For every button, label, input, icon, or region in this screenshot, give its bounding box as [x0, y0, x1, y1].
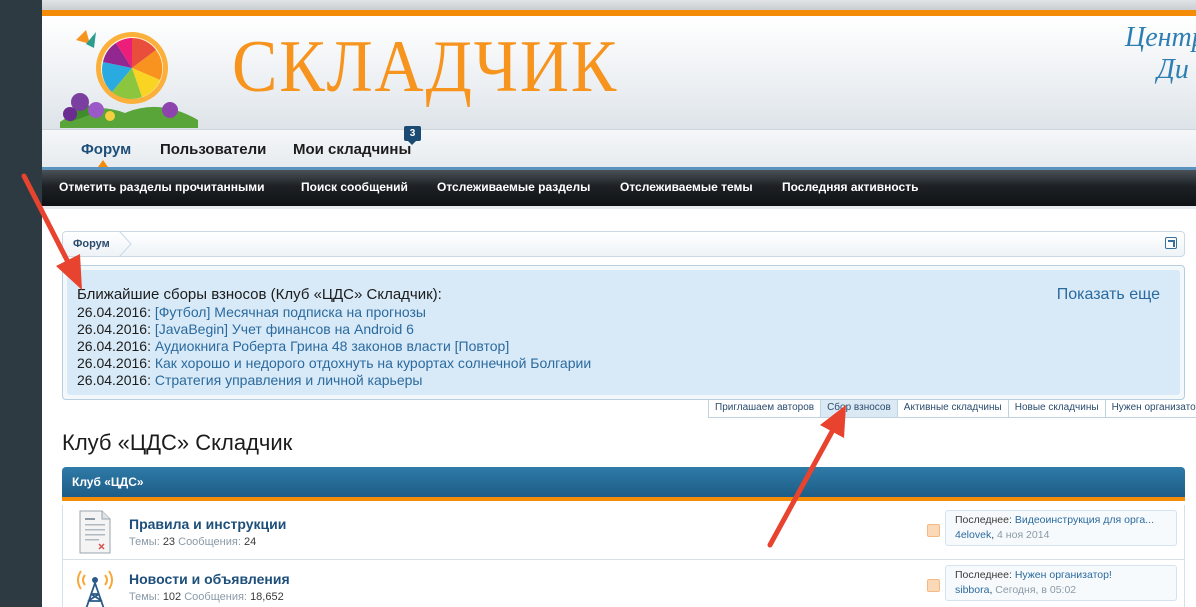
active-tab-marker — [98, 160, 108, 167]
sub-navigation: Отметить разделы прочитанными Поиск сооб… — [42, 167, 1196, 206]
notice-link[interactable]: [Футбол] Месячная подписка на прогнозы — [155, 304, 426, 320]
last-post-meta: 4elovek, 4 ноя 2014 — [955, 529, 1050, 541]
notice-item: 26.04.2016: Стратегия управления и лично… — [77, 372, 1170, 389]
threads-count: 102 — [162, 591, 182, 603]
mark-forums-read-link[interactable]: Отметить разделы прочитанными — [59, 180, 265, 194]
header-slogan: Центр Ди — [1125, 22, 1196, 86]
page: СКЛАДЧИК Центр Ди Форум Пользователи Мои… — [42, 0, 1196, 607]
recent-activity-link[interactable]: Последняя активность — [782, 180, 918, 194]
last-post-user-link[interactable]: 4elovek — [955, 529, 991, 541]
notice-date: 26.04.2016: — [77, 338, 151, 354]
last-post-user-link[interactable]: sibbora — [955, 584, 989, 596]
club-title: Клуб «ЦДС» Складчик — [62, 430, 293, 455]
threads-label: Темы: — [129, 536, 160, 548]
sub-navigation-wrap: Отметить разделы прочитанными Поиск сооб… — [42, 167, 1196, 209]
tab-active-skladchiny[interactable]: Активные складчины — [897, 400, 1009, 418]
notification-badge: 3 — [404, 126, 421, 145]
last-post-date: 4 ноя 2014 — [997, 529, 1050, 541]
threads-count: 23 — [162, 536, 176, 548]
notice-item: 26.04.2016: [Футбол] Месячная подписка н… — [77, 304, 1170, 321]
main-navigation: Форум Пользователи Мои складчины 3 — [42, 126, 1196, 167]
last-post-box: Последнее: Нужен организатор! sibbora, С… — [945, 565, 1177, 601]
slogan-line-2: Ди — [1157, 54, 1189, 85]
upcoming-collections-notice: Ближайшие сборы взносов (Клуб «ЦДС» Скла… — [62, 265, 1185, 400]
tab-users[interactable]: Пользователи — [160, 141, 266, 158]
tab-my-skladchiny[interactable]: Мои складчины — [293, 141, 411, 158]
slogan-line-1: Центр — [1125, 22, 1196, 53]
notice-title: Ближайшие сборы взносов (Клуб «ЦДС» Скла… — [77, 286, 442, 303]
notice-link[interactable]: Аудиокнига Роберта Грина 48 законов влас… — [155, 338, 509, 354]
rss-icon[interactable] — [927, 579, 940, 592]
notice-item: 26.04.2016: [JavaBegin] Учет финансов на… — [77, 321, 1170, 338]
posts-count: 18,652 — [250, 591, 284, 603]
forum-stats: Темы: 23 Сообщения: 24 — [129, 536, 256, 548]
jump-to-icon[interactable] — [1165, 237, 1177, 249]
watched-threads-link[interactable]: Отслеживаемые темы — [620, 180, 753, 194]
breadcrumb-forum[interactable]: Форум — [73, 238, 110, 250]
notice-link[interactable]: Стратегия управления и личной карьеры — [155, 372, 423, 388]
tab-invite-authors[interactable]: Приглашаем авторов — [708, 400, 822, 418]
notice-link[interactable]: Как хорошо и недорого отдохнуть на курор… — [155, 355, 591, 371]
last-post-title-link[interactable]: Нужен организатор! — [1015, 569, 1112, 581]
radio-tower-icon — [77, 570, 113, 607]
posts-label: Сообщения: — [178, 536, 241, 548]
notice-item: 26.04.2016: Как хорошо и недорого отдохн… — [77, 355, 1170, 372]
notice-body: Ближайшие сборы взносов (Клуб «ЦДС» Скла… — [67, 270, 1180, 395]
notice-date: 26.04.2016: — [77, 304, 151, 320]
forum-row: Новости и объявления Темы: 102 Сообщения… — [62, 560, 1185, 607]
notice-item: 26.04.2016: Аудиокнига Роберта Грина 48 … — [77, 338, 1170, 355]
last-post-date: Сегодня, в 05:02 — [995, 584, 1077, 596]
rss-icon[interactable] — [927, 524, 940, 537]
tab-forum[interactable]: Форум — [81, 141, 131, 158]
tab-organizer-needed[interactable]: Нужен организатор — [1105, 400, 1196, 418]
forum-row: Правила и инструкции Темы: 23 Сообщения:… — [62, 505, 1185, 560]
tab-new-skladchiny[interactable]: Новые складчины — [1008, 400, 1106, 418]
watched-forums-link[interactable]: Отслеживаемые разделы — [437, 180, 590, 194]
last-post-meta: sibbora, Сегодня, в 05:02 — [955, 584, 1077, 596]
tab-fee-collection[interactable]: Сбор взносов — [821, 400, 898, 418]
site-logo-text[interactable]: СКЛАДЧИК — [232, 30, 618, 104]
forum-name-link[interactable]: Правила и инструкции — [129, 516, 286, 532]
forum-stats: Темы: 102 Сообщения: 18,652 — [129, 591, 284, 603]
posts-count: 24 — [243, 536, 257, 548]
search-posts-link[interactable]: Поиск сообщений — [301, 180, 408, 194]
top-strip — [42, 0, 1196, 10]
last-post-label: Последнее: — [955, 514, 1012, 526]
last-post-line: Последнее: Нужен организатор! — [955, 568, 1167, 583]
logo-flower-icon[interactable] — [50, 18, 200, 128]
notice-tabs: Приглашаем авторов Сбор взносов Активные… — [708, 400, 1196, 418]
posts-label: Сообщения: — [184, 591, 247, 603]
site-header: СКЛАДЧИК Центр Ди — [42, 16, 1196, 129]
document-icon — [79, 510, 111, 554]
notice-date: 26.04.2016: — [77, 372, 151, 388]
last-post-box: Последнее: Видеоинструкция для орга... 4… — [945, 510, 1177, 546]
breadcrumb: Форум — [62, 231, 1185, 257]
notice-link[interactable]: [JavaBegin] Учет финансов на Android 6 — [155, 321, 414, 337]
last-post-title-link[interactable]: Видеоинструкция для орга... — [1015, 514, 1154, 526]
last-post-line: Последнее: Видеоинструкция для орга... — [955, 513, 1167, 528]
last-post-label: Последнее: — [955, 569, 1012, 581]
category-header: Клуб «ЦДС» — [62, 467, 1185, 501]
forum-name-link[interactable]: Новости и объявления — [129, 571, 290, 587]
threads-label: Темы: — [129, 591, 160, 603]
notice-date: 26.04.2016: — [77, 321, 151, 337]
notice-date: 26.04.2016: — [77, 355, 151, 371]
show-more-link[interactable]: Показать еще — [1057, 286, 1160, 304]
category-title-link[interactable]: Клуб «ЦДС» — [72, 475, 144, 489]
breadcrumb-separator-icon — [119, 231, 132, 257]
